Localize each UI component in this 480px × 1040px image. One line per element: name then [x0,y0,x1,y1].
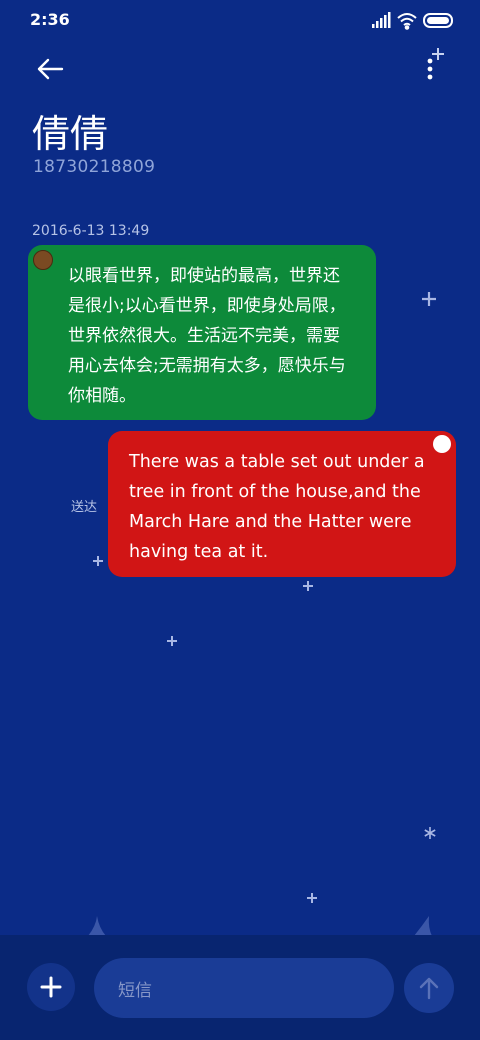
back-button[interactable] [30,52,70,86]
outgoing-message-bubble[interactable]: There was a table set out under a tree i… [108,431,456,577]
add-attachment-button[interactable] [27,963,75,1011]
decoration-spike-icon [88,916,106,936]
sparkle-icon [167,636,177,646]
arrow-up-icon [419,977,439,1000]
sms-input-placeholder: 短信 [118,980,152,1001]
send-button[interactable] [404,963,454,1013]
outgoing-message-text: There was a table set out under a tree i… [129,452,431,562]
sparkle-icon [93,556,103,566]
sparkle-icon [307,893,317,903]
sparkle-icon [422,292,436,306]
arrow-left-icon [37,58,64,80]
contact-name: 倩倩 [32,112,109,156]
decoration-spike-icon [414,916,432,936]
message-timestamp: 2016-6-13 13:49 [32,223,150,239]
signal-icon [372,12,391,28]
delivery-status: 送达 [71,500,98,515]
incoming-message-text: 以眼看世界，即使站的最高，世界还是很小;以心看世界，即使身处局限，世界依然很大。… [68,266,346,406]
snowflake-icon [424,827,436,839]
plus-icon [40,976,62,998]
incoming-message-bubble[interactable]: 以眼看世界，即使站的最高，世界还是很小;以心看世界，即使身处局限，世界依然很大。… [28,245,376,420]
status-time: 2:36 [30,10,70,29]
sparkle-icon [432,48,444,60]
status-bar: 2:36 [0,0,480,42]
battery-icon [423,13,453,28]
wifi-icon [397,13,417,30]
sparkle-icon [303,581,313,591]
incoming-bubble-decoration-icon [33,250,53,270]
contact-number: 18730218809 [33,157,156,177]
status-icons [372,12,456,30]
sms-input[interactable]: 短信 [94,958,394,1018]
conversation-screen: 2:36 倩倩 18730218809 2016-6-13 13:49 以眼看世… [0,0,480,1040]
outgoing-bubble-decoration-icon [433,435,451,453]
